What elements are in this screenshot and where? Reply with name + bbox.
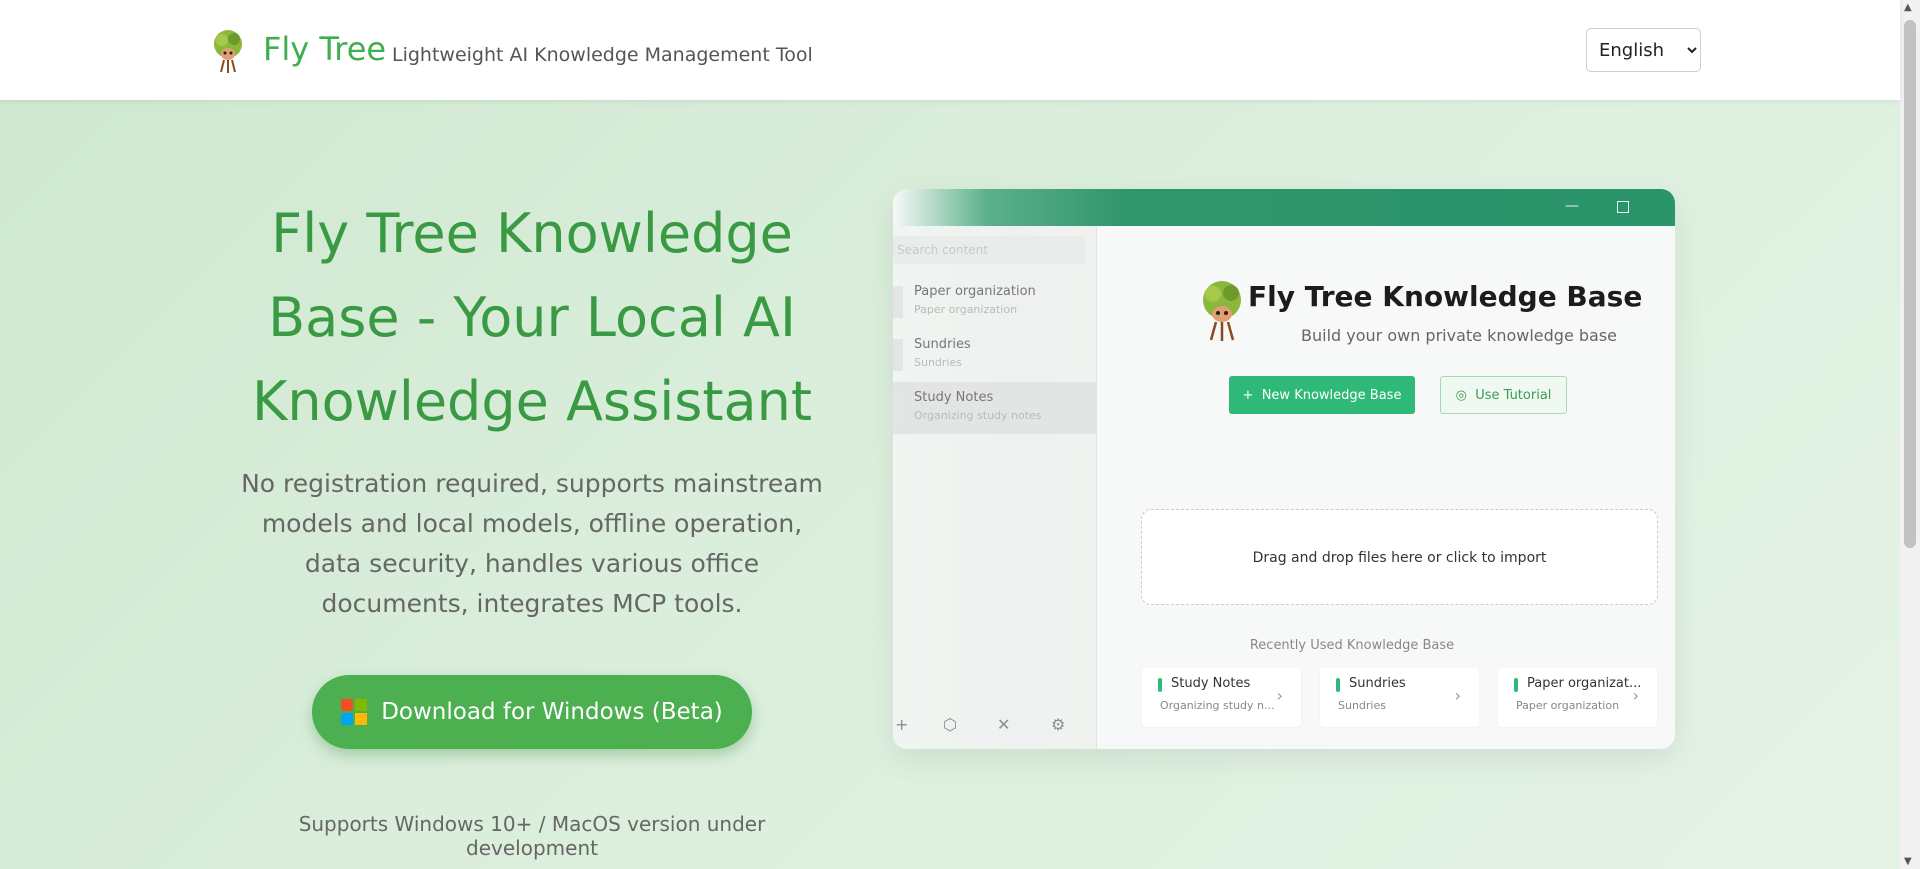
recent-kb-subtitle: Paper organization (1516, 699, 1620, 712)
app-search-input: Search content (893, 236, 1086, 264)
recent-kb-marker (1514, 678, 1518, 692)
download-windows-button[interactable]: Download for Windows (Beta) (312, 675, 752, 749)
sidebar-item-title: Paper organization (914, 284, 1036, 299)
use-tutorial-label: Use Tutorial (1475, 387, 1552, 403)
language-select[interactable]: English (1586, 28, 1701, 72)
sidebar-toolbar: + ⬡ ✕ ⚙ (893, 715, 1096, 739)
brand-name[interactable]: Fly Tree (263, 30, 386, 68)
minimize-icon: — (1565, 198, 1579, 214)
recent-kb-title: Study Notes (1171, 676, 1251, 691)
chevron-right-icon: › (1454, 686, 1461, 705)
recent-kb-marker (1336, 678, 1340, 692)
knowledge-base-subtitle: Build your own private knowledge base (1301, 326, 1618, 345)
scroll-up-arrow-icon[interactable]: ▲ (1904, 2, 1912, 13)
app-titlebar: — (893, 189, 1675, 226)
fly-tree-mascot-icon (1203, 281, 1241, 341)
sidebar-item-marker (893, 286, 903, 318)
recent-kb-heading: Recently Used Knowledge Base (1249, 638, 1455, 653)
recent-kb-card: Sundries Sundries › (1320, 668, 1479, 727)
file-dropzone: Drag and drop files here or click to imp… (1141, 509, 1658, 605)
recent-kb-title: Paper organizat... (1527, 676, 1642, 691)
add-icon: + (895, 715, 909, 734)
new-knowledge-base-label: New Knowledge Base (1261, 387, 1402, 403)
sidebar-item-title: Sundries (914, 337, 971, 352)
windows-logo-icon (341, 699, 368, 725)
scrollbar-thumb[interactable] (1904, 20, 1916, 548)
chevron-right-icon: › (1276, 686, 1283, 705)
play-circle-icon: ◎ (1455, 387, 1467, 403)
hero-title: Fly Tree Knowledge Base - Your Local AI … (251, 202, 812, 433)
sidebar-item-paper-organization: Paper organization Paper organization (893, 276, 1096, 328)
sidebar-item-sundries: Sundries Sundries (893, 329, 1096, 381)
fly-tree-logo-icon[interactable] (208, 28, 248, 74)
platform-support-note: Supports Windows 10+ / MacOS version und… (298, 812, 766, 860)
recent-kb-marker (1158, 678, 1162, 692)
scroll-down-arrow-icon[interactable]: ▼ (1904, 856, 1912, 867)
sidebar-item-title: Study Notes (914, 390, 994, 405)
sidebar-item-subtitle: Organizing study notes (914, 409, 1042, 422)
new-knowledge-base-button: + New Knowledge Base (1229, 376, 1415, 414)
sidebar-item-study-notes: Study Notes Organizing study notes (893, 382, 1096, 434)
brand-tagline: Lightweight AI Knowledge Management Tool (392, 44, 813, 66)
sidebar-item-marker (893, 392, 903, 424)
chevron-right-icon: › (1632, 686, 1639, 705)
top-header: Fly Tree Lightweight AI Knowledge Manage… (0, 0, 1900, 100)
settings-gear-icon: ⚙ (1051, 715, 1066, 734)
sidebar-item-subtitle: Paper organization (914, 303, 1018, 316)
plus-icon: + (1242, 387, 1254, 403)
recent-kb-card: Study Notes Organizing study n... › (1142, 668, 1301, 727)
app-main-panel: Fly Tree Knowledge Base Build your own p… (1097, 226, 1675, 749)
app-sidebar: Search content Paper organization Paper … (893, 226, 1097, 749)
sidebar-item-marker (893, 339, 903, 371)
app-preview-window: — Search content Paper organization Pape… (893, 189, 1675, 749)
hero-description: No registration required, supports mains… (241, 469, 823, 618)
recent-kb-title: Sundries (1349, 676, 1406, 691)
cube-icon: ⬡ (943, 715, 957, 734)
recent-kb-card: Paper organizat... Paper organization › (1498, 668, 1657, 727)
recent-kb-subtitle: Organizing study n... (1160, 699, 1275, 712)
sidebar-item-subtitle: Sundries (914, 356, 962, 369)
tools-icon: ✕ (997, 715, 1011, 734)
download-button-label: Download for Windows (Beta) (381, 699, 723, 725)
recent-kb-subtitle: Sundries (1338, 699, 1386, 712)
maximize-icon (1617, 201, 1629, 213)
page-scrollbar[interactable]: ▲ ▼ (1900, 0, 1920, 869)
hero-section: Fly Tree Knowledge Base - Your Local AI … (0, 100, 1900, 869)
knowledge-base-title: Fly Tree Knowledge Base (1248, 280, 1643, 313)
use-tutorial-button: ◎ Use Tutorial (1440, 376, 1567, 414)
